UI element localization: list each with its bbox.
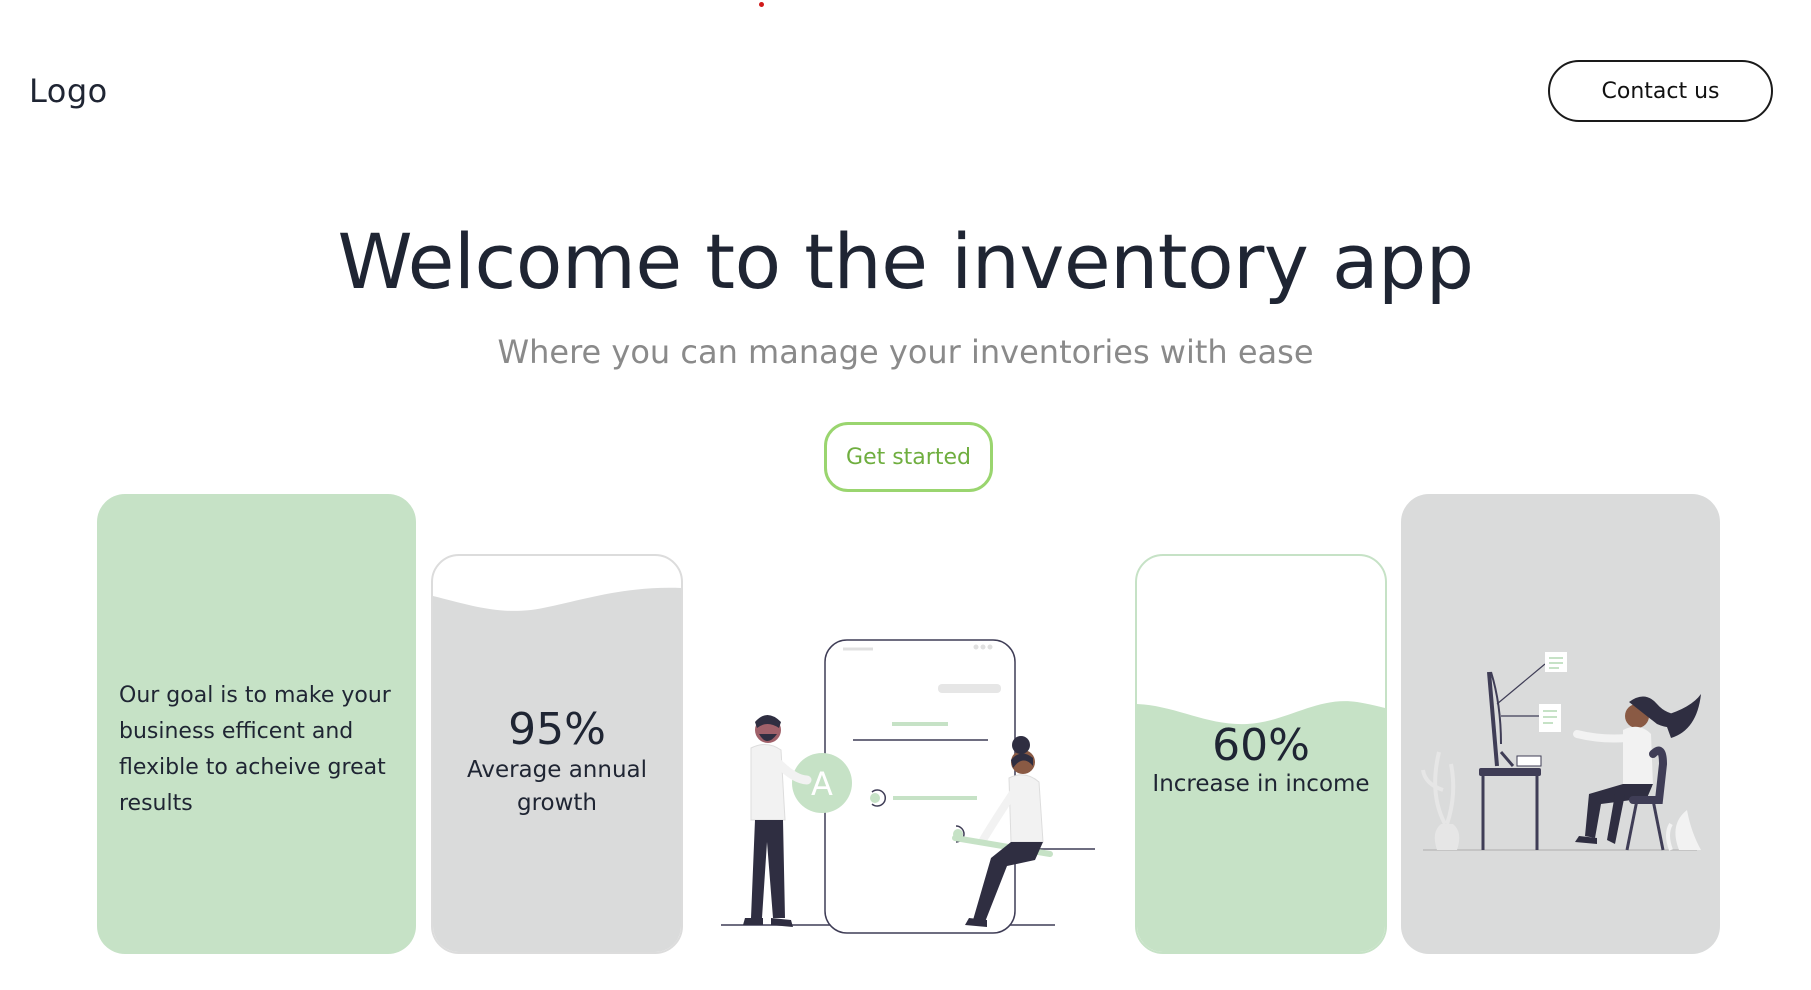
growth-stat-card: 95% Average annual growth [431,554,683,954]
logo[interactable]: Logo [29,72,108,110]
red-dot [759,2,764,7]
income-value: 60% [1212,720,1310,771]
growth-value: 95% [508,704,606,755]
hero-title: Welcome to the inventory app [337,217,1474,306]
income-label: Increase in income [1152,771,1370,797]
get-started-button[interactable]: Get started [824,422,993,492]
hero-subtitle: Where you can manage your inventories wi… [497,333,1314,371]
goal-text: Our goal is to make your business effice… [119,683,391,816]
goal-card: Our goal is to make your business effice… [97,494,416,954]
contact-us-button[interactable]: Contact us [1548,60,1773,122]
woman-at-desk-illustration [1401,494,1720,954]
income-stat-card: 60% Increase in income [1135,554,1387,954]
growth-label: Average annual growth [466,757,648,816]
people-with-phone-illustration: A [715,630,1100,940]
svg-text:A: A [811,765,833,803]
